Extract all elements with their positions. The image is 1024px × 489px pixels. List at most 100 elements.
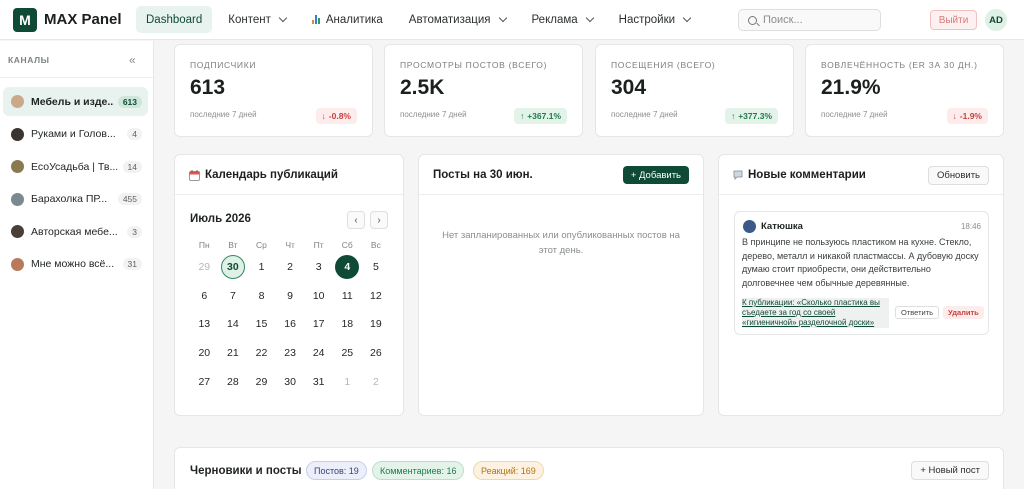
calendar-day[interactable]: 30 [278, 370, 302, 394]
calendar-day[interactable]: 28 [221, 370, 245, 394]
bar-chart-icon [311, 15, 320, 24]
channel-count: 455 [117, 193, 142, 205]
calendar-day[interactable]: 15 [249, 312, 273, 336]
calendar-day[interactable]: 22 [249, 341, 273, 365]
calendar-day[interactable]: 8 [249, 284, 273, 308]
comment-author: Катюшка [761, 221, 803, 232]
calendar-day[interactable]: 14 [221, 312, 245, 336]
comments-title: Новые комментарии [748, 169, 866, 181]
calendar-day[interactable]: 21 [221, 341, 245, 365]
calendar-day[interactable]: 7 [221, 284, 245, 308]
calendar-day[interactable]: 25 [335, 341, 359, 365]
refresh-button[interactable]: Обновить [927, 166, 989, 185]
channel-count: 613 [117, 95, 142, 108]
stat-value: 613 [190, 76, 226, 99]
posts-title: Посты на 30 июн. [433, 169, 533, 181]
arrow-down-icon: ↓ [952, 111, 957, 121]
calendar-day[interactable]: 9 [278, 284, 302, 308]
sidebar-channel[interactable]: Мебель и изде... 613 [3, 87, 148, 116]
logout-button[interactable]: Выйти [930, 10, 977, 30]
calendar-day[interactable]: 17 [307, 312, 331, 336]
speech-bubble-icon [733, 170, 743, 180]
comments-panel: Новые комментарии Обновить Катюшка 18:46… [718, 154, 1004, 416]
next-month-button[interactable]: › [370, 211, 388, 229]
logo-icon[interactable]: M [13, 8, 37, 32]
calendar-day[interactable]: 29 [249, 370, 273, 394]
chevron-down-icon [585, 13, 594, 23]
panel-header: Посты на 30 июн. + Добавить [419, 155, 703, 195]
nav-dashboard[interactable]: Dashboard [136, 6, 213, 33]
sidebar: КАНАЛЫ « Мебель и изде... 613 Руками и Гол… [0, 41, 154, 489]
main-nav: Dashboard Контент Аналитика Автоматизаци… [136, 6, 700, 33]
calendar-day[interactable]: 26 [364, 341, 388, 365]
calendar-day[interactable]: 24 [307, 341, 331, 365]
sidebar-channel[interactable]: Барахолка ПР... 455 [3, 185, 148, 214]
stat-change-badge: ↓ -1.9% [946, 108, 988, 124]
calendar-day[interactable]: 2 [364, 370, 388, 394]
app-name[interactable]: MAX Panel [44, 11, 122, 28]
nav-analytics[interactable]: Аналитика [302, 6, 393, 33]
posts-panel: Посты на 30 июн. + Добавить Нет запланир… [418, 154, 704, 416]
nav-content[interactable]: Контент [218, 6, 296, 33]
channel-name: Авторская мебе... [31, 225, 118, 238]
reactions-count-pill[interactable]: Реакций: 169 [473, 461, 544, 480]
calendar-day[interactable]: 10 [307, 284, 331, 308]
reply-button[interactable]: Ответить [895, 306, 940, 319]
calendar-day[interactable]: 13 [192, 312, 216, 336]
calendar-day[interactable]: 1 [335, 370, 359, 394]
calendar-day[interactable]: 3 [307, 255, 331, 279]
calendar-day[interactable]: 11 [335, 284, 359, 308]
posts-count-pill[interactable]: Постов: 19 [306, 461, 367, 480]
collapse-sidebar-icon[interactable]: « [129, 53, 136, 67]
calendar-day[interactable]: 1 [249, 255, 273, 279]
weekday-label: Пт [313, 240, 324, 250]
weekday-label: Пн [198, 240, 210, 250]
calendar-day[interactable]: 6 [192, 284, 216, 308]
calendar-day[interactable]: 23 [278, 341, 302, 365]
sidebar-channel[interactable]: Руками и Голов... 4 [3, 120, 148, 149]
calendar-day[interactable]: 29 [192, 255, 216, 279]
channel-count: 3 [127, 225, 142, 238]
sidebar-channel[interactable]: Мне можно всё... 31 [3, 250, 148, 279]
sidebar-heading: КАНАЛЫ [8, 55, 50, 65]
stat-label: ВОВЛЕЧЁННОСТЬ (ER ЗА 30 ДН.) [821, 60, 978, 70]
calendar-panel: Календарь публикаций Июль 2026 ‹ › Пн Вт С… [174, 154, 404, 416]
search-input[interactable] [763, 14, 873, 26]
weekday-label: Вт [228, 240, 238, 250]
avatar[interactable]: AD [985, 9, 1007, 31]
nav-label: Контент [228, 13, 271, 26]
delete-button[interactable]: Удалить [943, 306, 984, 319]
calendar-day[interactable]: 4 [335, 255, 360, 279]
calendar-day[interactable]: 18 [335, 312, 359, 336]
stat-label: ПРОСМОТРЫ ПОСТОВ (ВСЕГО) [400, 60, 548, 70]
calendar-day[interactable]: 30 [220, 255, 245, 279]
calendar-day[interactable]: 20 [192, 341, 216, 365]
stat-change-badge: ↑ +377.3% [724, 108, 778, 124]
comment-post-link[interactable]: К публикации: «Сколько пластика вы съеда… [742, 298, 889, 328]
channel-avatar [11, 192, 24, 206]
prev-month-button[interactable]: ‹ [347, 211, 365, 229]
calendar-day[interactable]: 19 [364, 312, 388, 336]
comments-count-pill[interactable]: Комментариев: 16 [372, 461, 465, 480]
new-post-button[interactable]: + Новый пост [911, 461, 989, 480]
nav-settings[interactable]: Настройки [609, 6, 700, 33]
sidebar-channel[interactable]: Авторская мебе... 3 [3, 217, 148, 246]
calendar-day[interactable]: 31 [307, 370, 331, 394]
stat-period: последние 7 дней [400, 110, 467, 119]
weekday-label: Ср [256, 240, 267, 250]
arrow-up-icon: ↑ [519, 111, 525, 121]
calendar-day[interactable]: 12 [364, 284, 388, 308]
stat-period: последние 7 дней [190, 110, 257, 119]
weekday-label: Вс [370, 240, 381, 250]
nav-automation[interactable]: Автоматизация [399, 6, 516, 33]
add-post-button[interactable]: + Добавить [622, 166, 689, 184]
calendar-day[interactable]: 5 [364, 255, 388, 279]
calendar-day[interactable]: 16 [278, 312, 302, 336]
top-bar: M MAX Panel Dashboard Контент Аналитика … [0, 0, 1024, 40]
calendar-day[interactable]: 2 [278, 255, 302, 279]
panel-title: Новые комментарии [733, 169, 866, 181]
sidebar-channel[interactable]: ЕсоУсадьба | Тв... 14 [3, 152, 148, 181]
nav-ads[interactable]: Реклама [522, 6, 603, 33]
channel-avatar [11, 95, 24, 108]
calendar-day[interactable]: 27 [192, 370, 216, 394]
